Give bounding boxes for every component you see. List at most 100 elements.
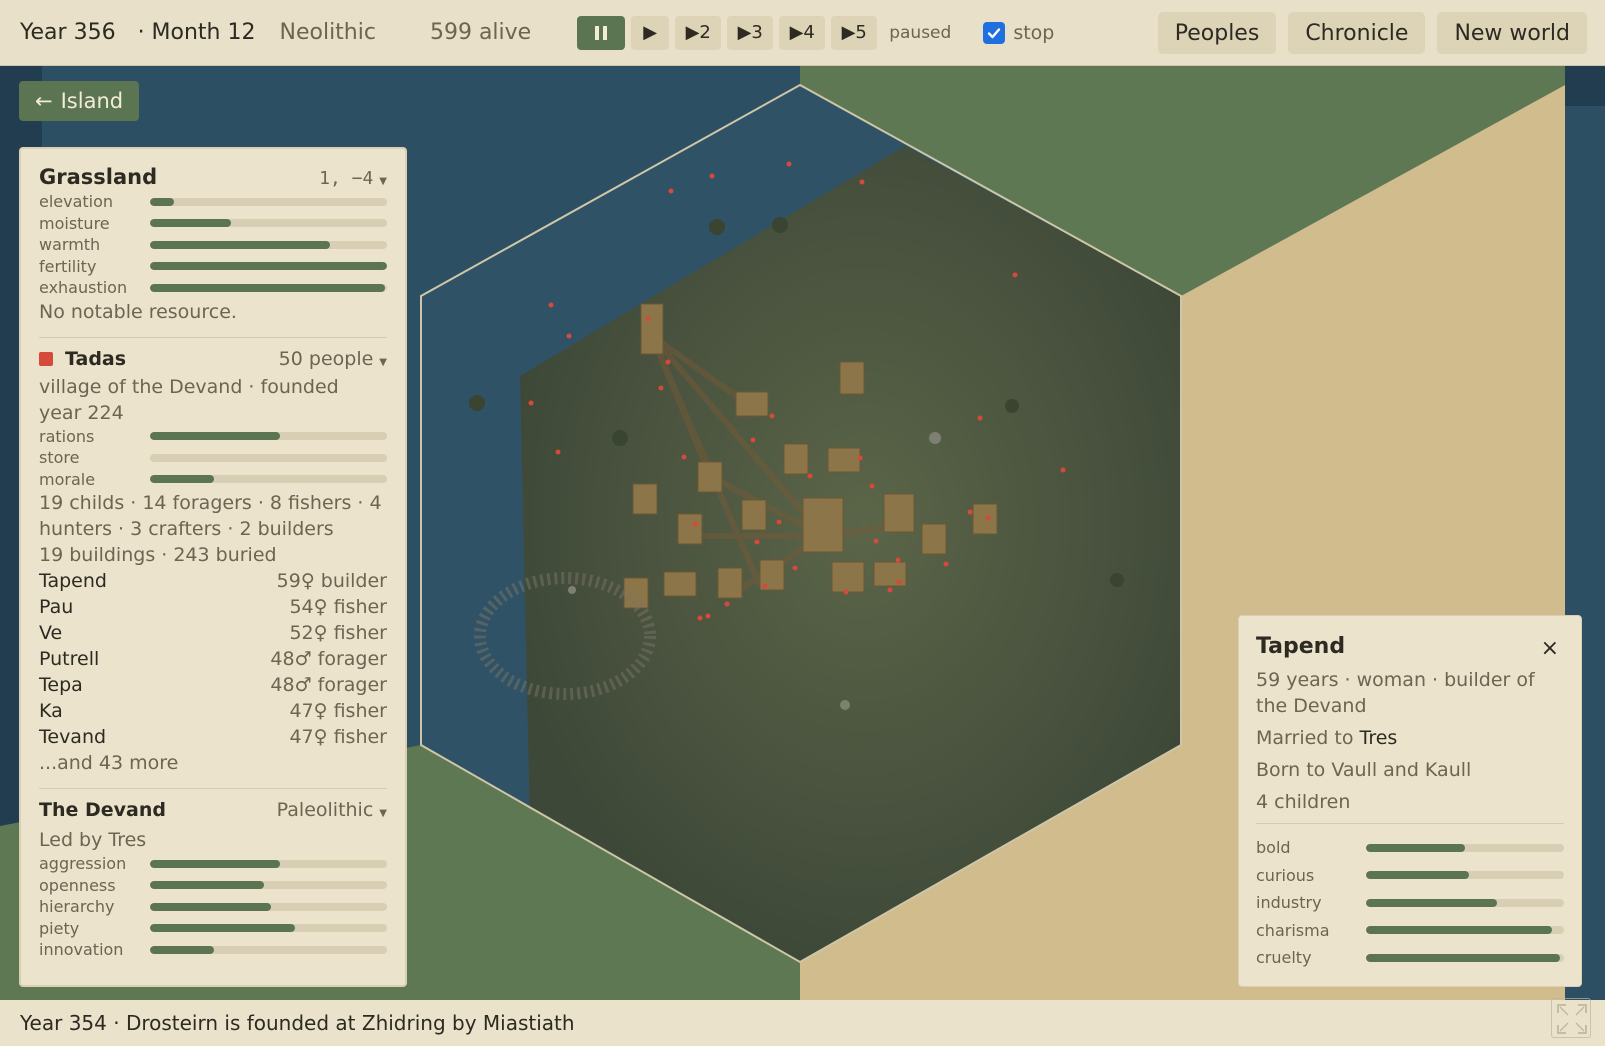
- year-label: Year 356: [20, 20, 116, 45]
- stop-toggle[interactable]: stop: [983, 21, 1055, 44]
- stat-label: openness: [39, 875, 116, 895]
- stat-bar: [1366, 953, 1564, 962]
- caret-down-icon: ▼: [379, 356, 387, 368]
- close-icon[interactable]: ×: [1541, 636, 1559, 661]
- stat-bar: [150, 283, 387, 292]
- person-married: Married to Tres: [1256, 725, 1564, 751]
- tile-title: Grassland: [39, 165, 158, 189]
- back-to-island-button[interactable]: ← Island: [19, 81, 140, 121]
- person-row-detail: 47♀ fisher: [289, 726, 387, 748]
- person-row-name: Tapend: [39, 570, 107, 592]
- play-speed-3-button[interactable]: ▶3: [727, 15, 774, 50]
- person-row[interactable]: Ka 47♀ fisher: [39, 698, 387, 724]
- divider: [1256, 823, 1564, 824]
- stat-row: morale: [39, 469, 387, 491]
- more-people-link[interactable]: ...and 43 more: [39, 750, 387, 776]
- person-name: Tapend: [1256, 634, 1346, 659]
- person-traits: bold curious industry charisma cruelty: [1256, 834, 1564, 972]
- stat-bar-fill: [150, 432, 281, 441]
- stat-label: charisma: [1256, 920, 1330, 940]
- top-bar: Year 356 · Month 12 Neolithic 599 alive …: [0, 0, 1605, 66]
- tile-coords: 1, −4: [319, 168, 374, 189]
- stat-label: cruelty: [1256, 948, 1312, 968]
- divider: [39, 788, 387, 789]
- culture-leader: Led by Tres: [39, 829, 147, 851]
- tile-header: Grassland 1, −4 ▼: [39, 165, 387, 189]
- stat-bar: [150, 219, 387, 228]
- stat-bar-fill: [150, 219, 231, 228]
- settlement-title: Tadas: [39, 348, 126, 370]
- chronicle-button[interactable]: Chronicle: [1288, 12, 1426, 54]
- tile-stats: elevation moisture warmth fertility exhausti…: [39, 191, 387, 299]
- stat-bar-fill: [150, 924, 295, 933]
- stat-row: hierarchy: [39, 896, 387, 918]
- person-row[interactable]: Pau 54♀ fisher: [39, 594, 387, 620]
- arrow-left-icon: ←: [35, 89, 53, 113]
- person-row[interactable]: Tapend 59♀ builder: [39, 568, 387, 594]
- stat-bar-fill: [1366, 926, 1553, 935]
- status-bar: Year 354 · Drosteirn is founded at Zhidr…: [0, 998, 1605, 1046]
- person-row-detail: 48♂ forager: [270, 648, 387, 670]
- stat-row: piety: [39, 918, 387, 940]
- stat-row: curious: [1256, 862, 1564, 890]
- stat-label: hierarchy: [39, 897, 115, 917]
- stat-bar: [150, 197, 387, 206]
- fullscreen-icon[interactable]: [1551, 998, 1591, 1038]
- peoples-button[interactable]: Peoples: [1157, 12, 1277, 54]
- stat-bar-fill: [150, 240, 331, 249]
- stat-bar: [150, 902, 387, 911]
- person-row-name: Putrell: [39, 648, 100, 670]
- person-row[interactable]: Tevand 47♀ fisher: [39, 724, 387, 750]
- person-row[interactable]: Putrell 48♂ forager: [39, 646, 387, 672]
- month-label: · Month 12: [137, 20, 256, 45]
- stat-bar-fill: [150, 262, 387, 271]
- play-speed-5-button[interactable]: ▶5: [831, 15, 878, 50]
- settlement-name: Tadas: [65, 347, 127, 370]
- status-message: Year 354 · Drosteirn is founded at Zhidr…: [20, 1011, 575, 1035]
- person-row[interactable]: Ve 52♀ fisher: [39, 620, 387, 646]
- stat-label: piety: [39, 918, 80, 938]
- culture-name: The Devand: [39, 799, 166, 821]
- stat-row: cruelty: [1256, 944, 1564, 972]
- person-row-detail: 59♀ builder: [276, 570, 387, 592]
- stop-checkbox[interactable]: [983, 21, 1006, 44]
- play-speed-4-button[interactable]: ▶4: [779, 15, 826, 50]
- stat-row: aggression: [39, 853, 387, 875]
- stat-row: fertility: [39, 256, 387, 278]
- era-label: Neolithic: [279, 20, 376, 45]
- new-world-button[interactable]: New world: [1437, 12, 1587, 54]
- settlement-buildings: 19 buildings · 243 buried: [39, 544, 277, 566]
- pause-button[interactable]: [577, 15, 626, 50]
- play-speed-1-button[interactable]: ▶: [631, 15, 670, 50]
- tile-coords-dropdown[interactable]: 1, −4 ▼: [319, 167, 387, 189]
- person-row-detail: 48♂ forager: [270, 674, 387, 696]
- person-row-detail: 52♀ fisher: [289, 622, 387, 644]
- stat-bar: [1366, 871, 1564, 880]
- stat-bar: [150, 945, 387, 954]
- spouse-link[interactable]: Tres: [1360, 727, 1398, 749]
- stat-label: moisture: [39, 213, 110, 233]
- culture-era-dropdown[interactable]: Paleolithic ▼: [277, 799, 387, 821]
- stat-bar: [1366, 898, 1564, 907]
- pause-icon: [595, 25, 608, 40]
- person-row[interactable]: Tepa 48♂ forager: [39, 672, 387, 698]
- person-born: Born to Vaull and Kaull: [1256, 759, 1472, 781]
- settlement-people-dropdown[interactable]: 50 people ▼: [279, 348, 387, 370]
- stat-bar: [150, 475, 387, 484]
- stat-row: store: [39, 447, 387, 469]
- stat-label: bold: [1256, 838, 1291, 858]
- stop-label: stop: [1013, 21, 1055, 44]
- stat-bar-fill: [150, 283, 385, 292]
- stat-bar-fill: [150, 197, 174, 206]
- stat-bar-fill: [150, 902, 271, 911]
- stat-label: exhaustion: [39, 278, 128, 298]
- settlement-desc: village of the Devand · founded year 224: [39, 375, 339, 424]
- stat-bar-fill: [1366, 898, 1497, 907]
- play-speed-2-button[interactable]: ▶2: [675, 15, 722, 50]
- settlement-color-swatch: [39, 351, 53, 366]
- stat-label: warmth: [39, 235, 101, 255]
- divider: [39, 336, 387, 338]
- stat-bar-fill: [150, 945, 214, 954]
- alive-count: 599 alive: [429, 20, 532, 45]
- stat-row: industry: [1256, 889, 1564, 917]
